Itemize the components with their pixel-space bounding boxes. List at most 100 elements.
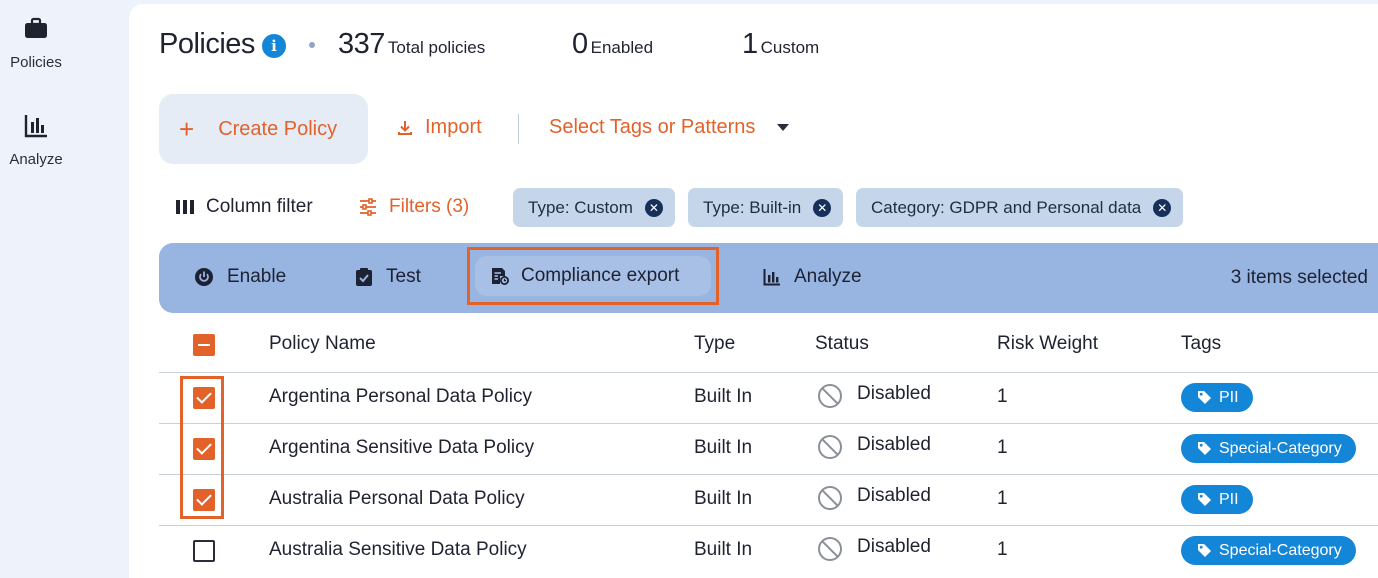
selection-highlight: [180, 376, 224, 519]
tag-badge[interactable]: Special-Category: [1181, 536, 1356, 565]
disabled-icon: [818, 384, 842, 408]
stat-value: 0: [572, 28, 588, 60]
power-icon: [195, 268, 213, 286]
policy-name[interactable]: Australia Sensitive Data Policy: [269, 539, 527, 561]
import-label: Import: [425, 116, 482, 138]
tags-patterns-select[interactable]: Select Tags or Patterns: [549, 116, 790, 139]
filters-button[interactable]: Filters (3): [359, 196, 469, 218]
tag-label: Special-Category: [1219, 541, 1342, 559]
bulk-action-bar: Enable Test Compliance export Analyze 3 …: [159, 243, 1378, 313]
disabled-icon: [818, 435, 842, 459]
main-panel: Policies i 337 Total policies 0 Enabled 1C…: [129, 4, 1378, 578]
tag-icon: [1198, 493, 1211, 506]
tag-label: Special-Category: [1219, 439, 1342, 457]
policy-status: Disabled: [857, 383, 931, 404]
compliance-export-button[interactable]: Compliance export: [475, 256, 711, 296]
bar-chart-icon: [763, 268, 780, 285]
compliance-export-highlight: Compliance export: [467, 247, 719, 305]
caret-down-icon: [777, 124, 790, 131]
stat-value: 1: [742, 28, 758, 60]
import-button[interactable]: Import: [397, 116, 482, 139]
select-all-checkbox[interactable]: [193, 334, 215, 356]
risk-weight: 1: [997, 386, 1008, 407]
policy-type: Built In: [694, 539, 753, 560]
tags-select-placeholder: Select Tags or Patterns: [549, 116, 756, 138]
policy-status: Disabled: [857, 485, 931, 506]
close-icon[interactable]: ✕: [813, 198, 832, 217]
chip-label: Type: Built-in: [703, 197, 802, 217]
clipboard-check-icon: [356, 268, 372, 286]
bar-chart-icon: [24, 115, 47, 138]
column-header-type[interactable]: Type: [694, 333, 735, 355]
tag-label: PII: [1219, 388, 1239, 406]
risk-weight: 1: [997, 539, 1008, 560]
close-icon[interactable]: ✕: [1153, 198, 1172, 217]
document-export-icon: [492, 268, 509, 285]
stat-caption: Custom: [760, 38, 820, 57]
stat-enabled: 0 Enabled: [572, 28, 653, 61]
stat-total-policies: 337 Total policies: [338, 28, 485, 61]
sidebar-item-label: Analyze: [9, 151, 63, 168]
tag-icon: [1198, 391, 1211, 404]
test-button[interactable]: Test: [356, 266, 421, 288]
analyze-label: Analyze: [794, 266, 862, 287]
stat-value: 337: [338, 28, 385, 60]
stat-custom: 1 Custom: [742, 28, 819, 61]
policy-status: Disabled: [857, 536, 931, 557]
column-header-tags[interactable]: Tags: [1181, 333, 1221, 355]
disabled-icon: [818, 486, 842, 510]
columns-icon: [176, 200, 194, 214]
policy-type: Built In: [694, 437, 753, 458]
separator-dot: [309, 42, 315, 48]
info-icon[interactable]: i: [262, 34, 286, 58]
create-policy-button[interactable]: + Create Policy: [159, 94, 368, 164]
filter-chip-type-custom[interactable]: Type: Custom ✕: [513, 188, 675, 227]
disabled-icon: [818, 537, 842, 561]
chip-label: Type: Custom: [528, 197, 633, 217]
policy-type: Built In: [694, 386, 753, 407]
policy-name[interactable]: Argentina Sensitive Data Policy: [269, 437, 534, 459]
sidebar: Policies Analyze: [0, 0, 128, 578]
divider: [518, 114, 519, 144]
enable-button[interactable]: Enable: [195, 266, 286, 288]
policy-name[interactable]: Australia Personal Data Policy: [269, 488, 525, 510]
stat-caption: Total policies: [387, 38, 486, 57]
tag-icon: [1198, 442, 1211, 455]
filter-chip-category[interactable]: Category: GDPR and Personal data ✕: [856, 188, 1184, 227]
stat-caption: Enabled: [590, 38, 654, 57]
risk-weight: 1: [997, 488, 1008, 509]
sidebar-item-policies[interactable]: Policies: [0, 16, 72, 71]
filters-label: Filters (3): [389, 196, 470, 217]
enable-label: Enable: [227, 266, 287, 287]
row-divider: [159, 474, 1378, 475]
plus-icon: +: [179, 114, 195, 144]
filter-chip-type-built-in[interactable]: Type: Built-in ✕: [688, 188, 844, 227]
column-header-risk-weight[interactable]: Risk Weight: [997, 333, 1098, 355]
sliders-icon: [360, 198, 376, 216]
sidebar-item-analyze[interactable]: Analyze: [0, 113, 72, 168]
page-title: Policies: [159, 28, 255, 60]
column-filter-label: Column filter: [206, 196, 313, 217]
briefcase-icon: [25, 17, 47, 38]
row-divider: [159, 525, 1378, 526]
test-label: Test: [386, 266, 421, 287]
tag-badge[interactable]: Special-Category: [1181, 434, 1356, 463]
compliance-export-label: Compliance export: [521, 265, 680, 286]
risk-weight: 1: [997, 437, 1008, 458]
tag-badge[interactable]: PII: [1181, 383, 1253, 412]
row-divider: [159, 372, 1378, 373]
column-filter-button[interactable]: Column filter: [176, 196, 313, 218]
sidebar-item-label: Policies: [10, 54, 62, 71]
selected-count: 3 items selected: [1230, 267, 1368, 288]
tag-badge[interactable]: PII: [1181, 485, 1253, 514]
download-icon: [398, 120, 412, 135]
analyze-button[interactable]: Analyze: [763, 266, 862, 288]
create-policy-label: Create Policy: [218, 117, 338, 140]
tag-label: PII: [1219, 490, 1239, 508]
tag-icon: [1198, 544, 1211, 557]
policy-name[interactable]: Argentina Personal Data Policy: [269, 386, 532, 408]
row-checkbox[interactable]: [193, 540, 215, 562]
close-icon[interactable]: ✕: [644, 198, 663, 217]
column-header-policy-name[interactable]: Policy Name: [269, 333, 376, 355]
column-header-status[interactable]: Status: [815, 333, 869, 355]
